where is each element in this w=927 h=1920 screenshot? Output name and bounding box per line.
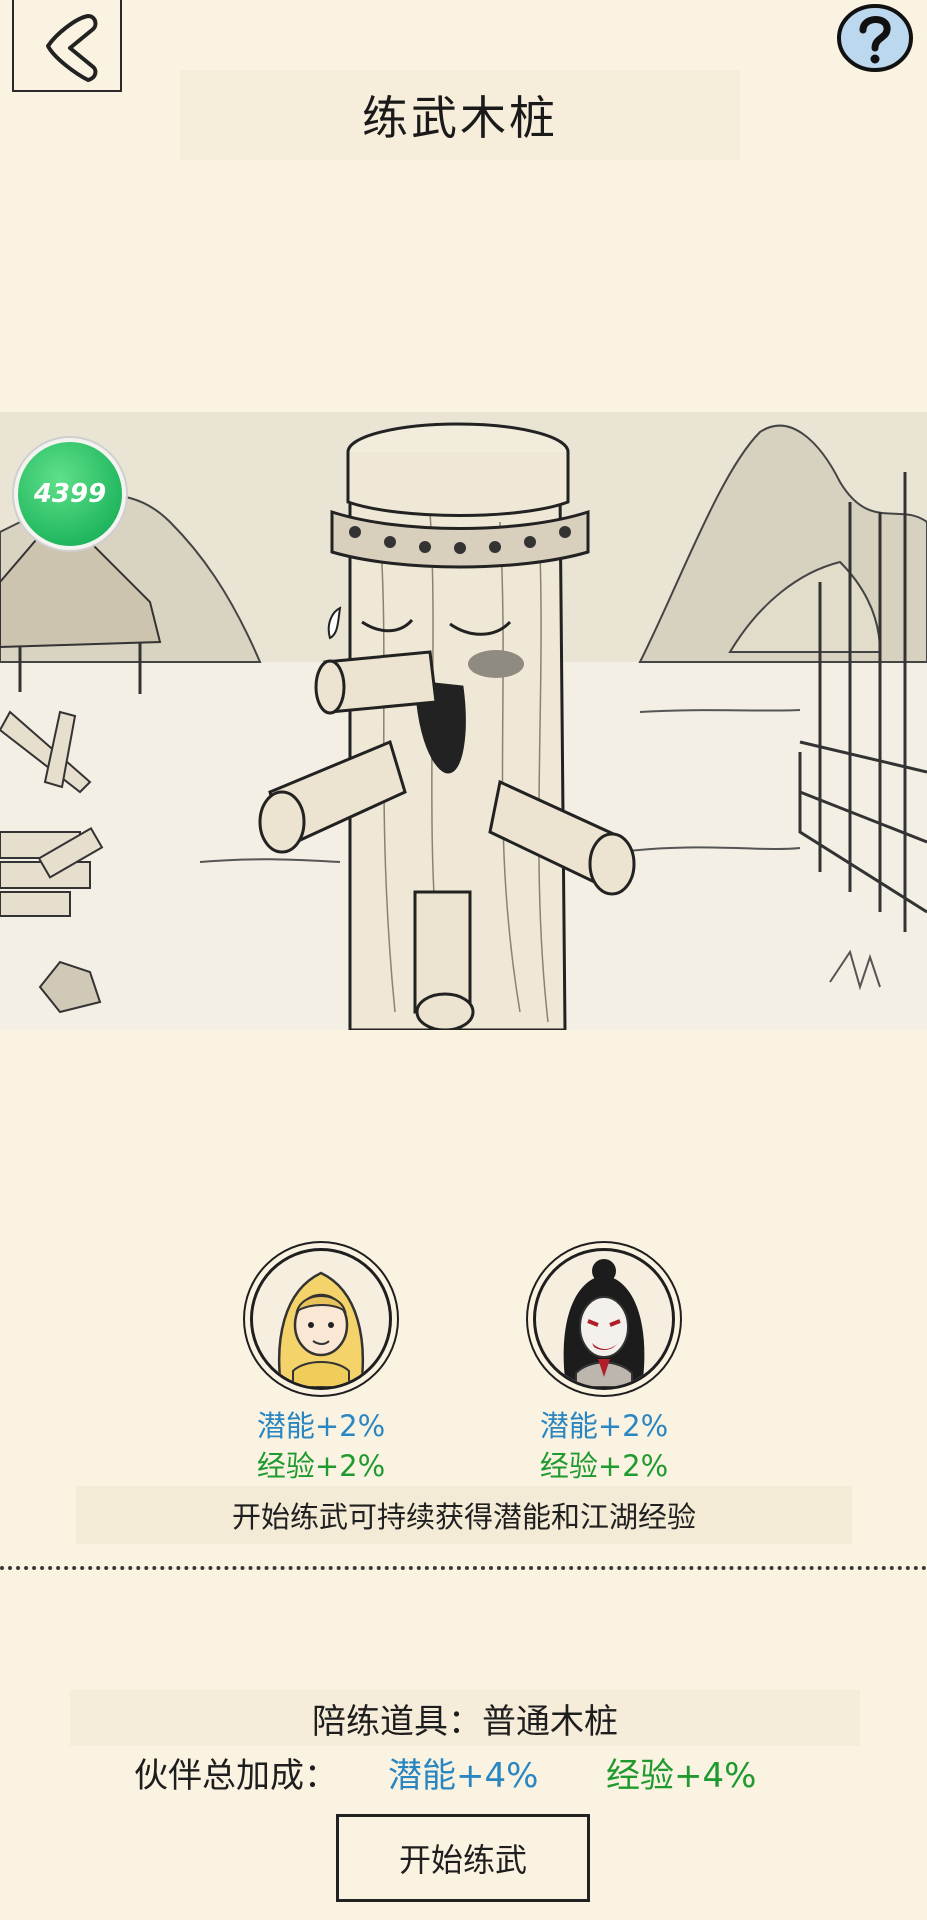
bonus-experience: 经验+4% — [606, 1756, 757, 1796]
training-scene-illustration — [0, 412, 927, 1030]
back-button[interactable] — [12, 0, 122, 92]
partner-1-experience: 经验+2% — [256, 1449, 386, 1483]
yellow-hood-girl-avatar — [250, 1248, 392, 1390]
training-tip-text: 开始练武可持续获得潜能和江湖经验 — [76, 1486, 852, 1544]
question-mark-icon — [837, 4, 913, 72]
4399-logo-badge[interactable]: 4399 — [14, 438, 126, 550]
partner-1-potential: 潜能+2% — [256, 1409, 386, 1443]
masked-swordswoman-avatar — [533, 1248, 675, 1390]
page-title: 练武木桩 — [180, 70, 740, 160]
help-button[interactable] — [835, 2, 915, 74]
partner-card-1[interactable]: 潜能+2% 经验+2% — [221, 1248, 421, 1486]
partner-card-2[interactable]: 潜能+2% 经验+2% — [504, 1248, 704, 1486]
partner-2-potential: 潜能+2% — [539, 1409, 669, 1443]
start-training-button[interactable]: 开始练武 — [336, 1814, 590, 1902]
back-arrow-icon — [46, 14, 98, 82]
bonus-label: 伙伴总加成： — [134, 1756, 338, 1796]
bonus-potential: 潜能+4% — [388, 1756, 539, 1796]
dotted-divider — [0, 1566, 927, 1570]
partner-2-experience: 经验+2% — [539, 1449, 669, 1483]
training-equipment-label: 陪练道具：普通木桩 — [70, 1690, 860, 1746]
partner-total-bonus: 伙伴总加成： 潜能+4% 经验+4% — [0, 1744, 927, 1800]
